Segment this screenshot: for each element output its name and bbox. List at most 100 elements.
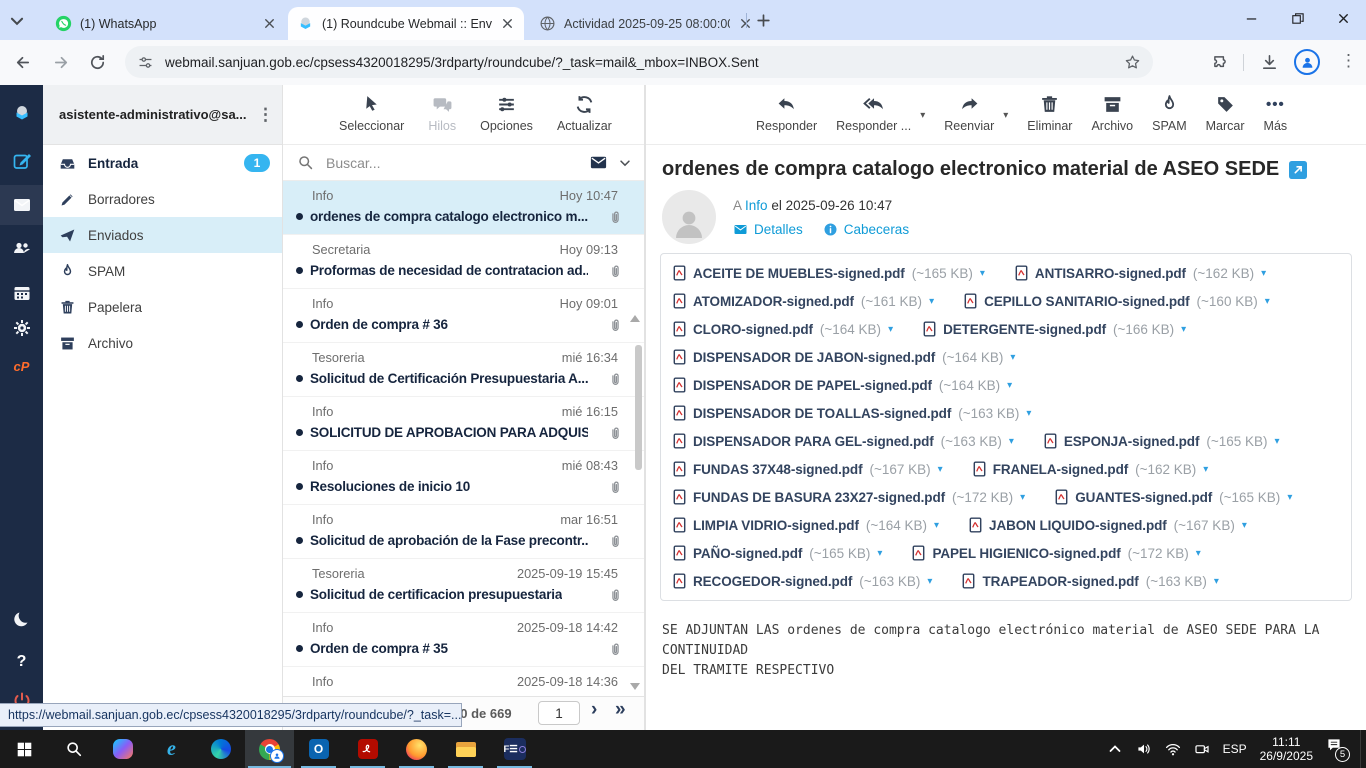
message-row[interactable]: Info 2025-09-18 14:36 — [283, 667, 644, 697]
attachment-caret-down-icon[interactable]: ▾ — [1026, 408, 1031, 419]
attachment-caret-down-icon[interactable]: ▾ — [1242, 520, 1247, 531]
folder-item-archivo[interactable]: Archivo — [43, 325, 282, 361]
attachment-name[interactable]: CEPILLO SANITARIO-signed.pdf — [984, 294, 1189, 309]
attachment-caret-down-icon[interactable]: ▾ — [1010, 352, 1015, 363]
attachment-chip[interactable]: DISPENSADOR DE JABON-signed.pdf (~164 KB… — [673, 349, 1015, 365]
show-desktop-button[interactable] — [1360, 730, 1366, 768]
acrobat-icon[interactable] — [343, 730, 392, 768]
headers-toggle[interactable]: Cabeceras — [823, 222, 909, 237]
outlook-icon[interactable]: O — [294, 730, 343, 768]
attachment-chip[interactable]: LIMPIA VIDRIO-signed.pdf (~164 KB) ▾ — [673, 517, 939, 533]
attachment-chip[interactable]: CEPILLO SANITARIO-signed.pdf (~160 KB) ▾ — [964, 293, 1270, 309]
attachment-caret-down-icon[interactable]: ▾ — [980, 268, 985, 279]
account-header[interactable]: asistente-administrativo@sa... ⋮ — [43, 85, 282, 145]
attachment-chip[interactable]: JABON LIQUIDO-signed.pdf (~167 KB) ▾ — [969, 517, 1247, 533]
attachment-caret-down-icon[interactable]: ▾ — [1203, 464, 1208, 475]
attachment-name[interactable]: ESPONJA-signed.pdf — [1064, 434, 1199, 449]
list-scrollbar-thumb[interactable] — [635, 345, 642, 470]
cpanel-logo[interactable]: cP — [0, 346, 43, 386]
settings-gear-icon[interactable] — [0, 308, 43, 348]
attachment-chip[interactable]: DISPENSADOR DE PAPEL-signed.pdf (~164 KB… — [673, 377, 1012, 393]
folder-item-entrada[interactable]: Entrada 1 — [43, 145, 282, 181]
roundcube-logo[interactable] — [0, 93, 43, 133]
folder-item-enviados[interactable]: Enviados — [43, 217, 282, 253]
attachment-caret-down-icon[interactable]: ▾ — [927, 576, 932, 587]
attachment-chip[interactable]: DISPENSADOR PARA GEL-signed.pdf (~163 KB… — [673, 433, 1014, 449]
message-row[interactable]: Info mié 16:15 SOLICITUD DE APROBACION P… — [283, 397, 644, 451]
attachment-name[interactable]: ANTISARRO-signed.pdf — [1035, 266, 1186, 281]
select-button[interactable]: Seleccionar — [339, 94, 404, 133]
attachment-caret-down-icon[interactable]: ▾ — [1181, 324, 1186, 335]
spam-button[interactable]: SPAM — [1152, 94, 1187, 133]
attachment-name[interactable]: ATOMIZADOR-signed.pdf — [693, 294, 854, 309]
file-explorer-icon[interactable] — [441, 730, 490, 768]
attachment-caret-down-icon[interactable]: ▾ — [1007, 380, 1012, 391]
search-scope-envelope-icon[interactable] — [589, 153, 608, 172]
attachment-name[interactable]: FUNDAS DE BASURA 23X27-signed.pdf — [693, 490, 945, 505]
browser-menu-icon[interactable]: ⋮ — [1340, 52, 1359, 71]
last-page-icon[interactable]: » — [615, 699, 624, 721]
attachment-name[interactable]: ACEITE DE MUEBLES-signed.pdf — [693, 266, 905, 281]
tab-roundcube[interactable]: (1) Roundcube Webmail :: Envia — [288, 7, 524, 40]
extensions-puzzle-icon[interactable] — [1212, 54, 1231, 73]
attachment-caret-down-icon[interactable]: ▾ — [938, 464, 943, 475]
attachment-caret-down-icon[interactable]: ▾ — [1275, 436, 1280, 447]
message-row[interactable]: Info 2025-09-18 14:42 Orden de compra # … — [283, 613, 644, 667]
calendar-icon[interactable] — [0, 273, 43, 313]
attachment-chip[interactable]: FUNDAS 37X48-signed.pdf (~167 KB) ▾ — [673, 461, 943, 477]
forward-caret-icon[interactable]: ▾ — [1003, 110, 1008, 121]
attachment-caret-down-icon[interactable]: ▾ — [929, 296, 934, 307]
edge-icon[interactable] — [196, 730, 245, 768]
taskbar-clock[interactable]: 11:11 26/9/2025 — [1260, 735, 1313, 763]
attachment-caret-down-icon[interactable]: ▾ — [1020, 492, 1025, 503]
tab-search-chevron-icon[interactable] — [8, 12, 26, 30]
account-menu-icon[interactable]: ⋮ — [257, 106, 274, 123]
language-indicator[interactable]: ESP — [1223, 742, 1247, 756]
attachment-chip[interactable]: RECOGEDOR-signed.pdf (~163 KB) ▾ — [673, 573, 932, 589]
attachment-caret-down-icon[interactable]: ▾ — [1261, 268, 1266, 279]
attachment-caret-down-icon[interactable]: ▾ — [888, 324, 893, 335]
address-bar[interactable]: webmail.sanjuan.gob.ec/cpsess4320018295/… — [125, 46, 1153, 78]
page-input[interactable] — [538, 701, 580, 725]
attachment-caret-down-icon[interactable]: ▾ — [1196, 548, 1201, 559]
meet-now-camera-icon[interactable] — [1194, 741, 1210, 757]
message-row[interactable]: Tesoreria 2025-09-19 15:45 Solicitud de … — [283, 559, 644, 613]
internet-explorer-icon[interactable]: e — [147, 730, 196, 768]
search-input[interactable] — [324, 154, 579, 172]
attachment-name[interactable]: RECOGEDOR-signed.pdf — [693, 574, 852, 589]
mark-button[interactable]: Marcar — [1206, 94, 1245, 133]
reply-all-button[interactable]: Responder ... — [836, 94, 911, 133]
search-options-chevron-icon[interactable] — [618, 156, 632, 170]
compose-icon[interactable] — [0, 141, 43, 181]
volume-icon[interactable] — [1136, 741, 1152, 757]
more-button[interactable]: ••• Más — [1264, 94, 1288, 133]
tray-expand-chevron-icon[interactable] — [1107, 741, 1123, 757]
attachment-chip[interactable]: PAÑO-signed.pdf (~165 KB) ▾ — [673, 545, 882, 561]
attachment-name[interactable]: DISPENSADOR DE JABON-signed.pdf — [693, 350, 935, 365]
open-in-new-icon[interactable] — [1289, 161, 1307, 179]
attachment-caret-down-icon[interactable]: ▾ — [1265, 296, 1270, 307]
search-icon[interactable] — [297, 154, 314, 171]
start-button[interactable] — [0, 730, 49, 768]
reply-all-caret-icon[interactable]: ▾ — [920, 110, 925, 121]
folder-item-borradores[interactable]: Borradores — [43, 181, 282, 217]
window-restore-button[interactable] — [1274, 0, 1320, 36]
attachment-chip[interactable]: DETERGENTE-signed.pdf (~166 KB) ▾ — [923, 321, 1186, 337]
next-page-icon[interactable]: › — [591, 699, 597, 721]
firmaec-icon[interactable]: F☰ — [490, 730, 539, 768]
attachment-chip[interactable]: CLORO-signed.pdf (~164 KB) ▾ — [673, 321, 893, 337]
attachment-name[interactable]: DETERGENTE-signed.pdf — [943, 322, 1106, 337]
attachment-name[interactable]: DISPENSADOR DE TOALLAS-signed.pdf — [693, 406, 951, 421]
bookmark-star-icon[interactable] — [1124, 54, 1141, 71]
attachment-name[interactable]: DISPENSADOR DE PAPEL-signed.pdf — [693, 378, 932, 393]
refresh-button[interactable]: Actualizar — [557, 94, 612, 133]
details-toggle[interactable]: Detalles — [733, 222, 803, 237]
attachment-name[interactable]: FRANELA-signed.pdf — [993, 462, 1128, 477]
attachment-chip[interactable]: GUANTES-signed.pdf (~165 KB) ▾ — [1055, 489, 1292, 505]
attachment-caret-down-icon[interactable]: ▾ — [934, 520, 939, 531]
url-text[interactable]: webmail.sanjuan.gob.ec/cpsess4320018295/… — [165, 55, 1113, 70]
wifi-icon[interactable] — [1165, 741, 1181, 757]
attachment-caret-down-icon[interactable]: ▾ — [1287, 492, 1292, 503]
attachment-name[interactable]: GUANTES-signed.pdf — [1075, 490, 1212, 505]
recipient-link[interactable]: Info — [745, 198, 768, 213]
